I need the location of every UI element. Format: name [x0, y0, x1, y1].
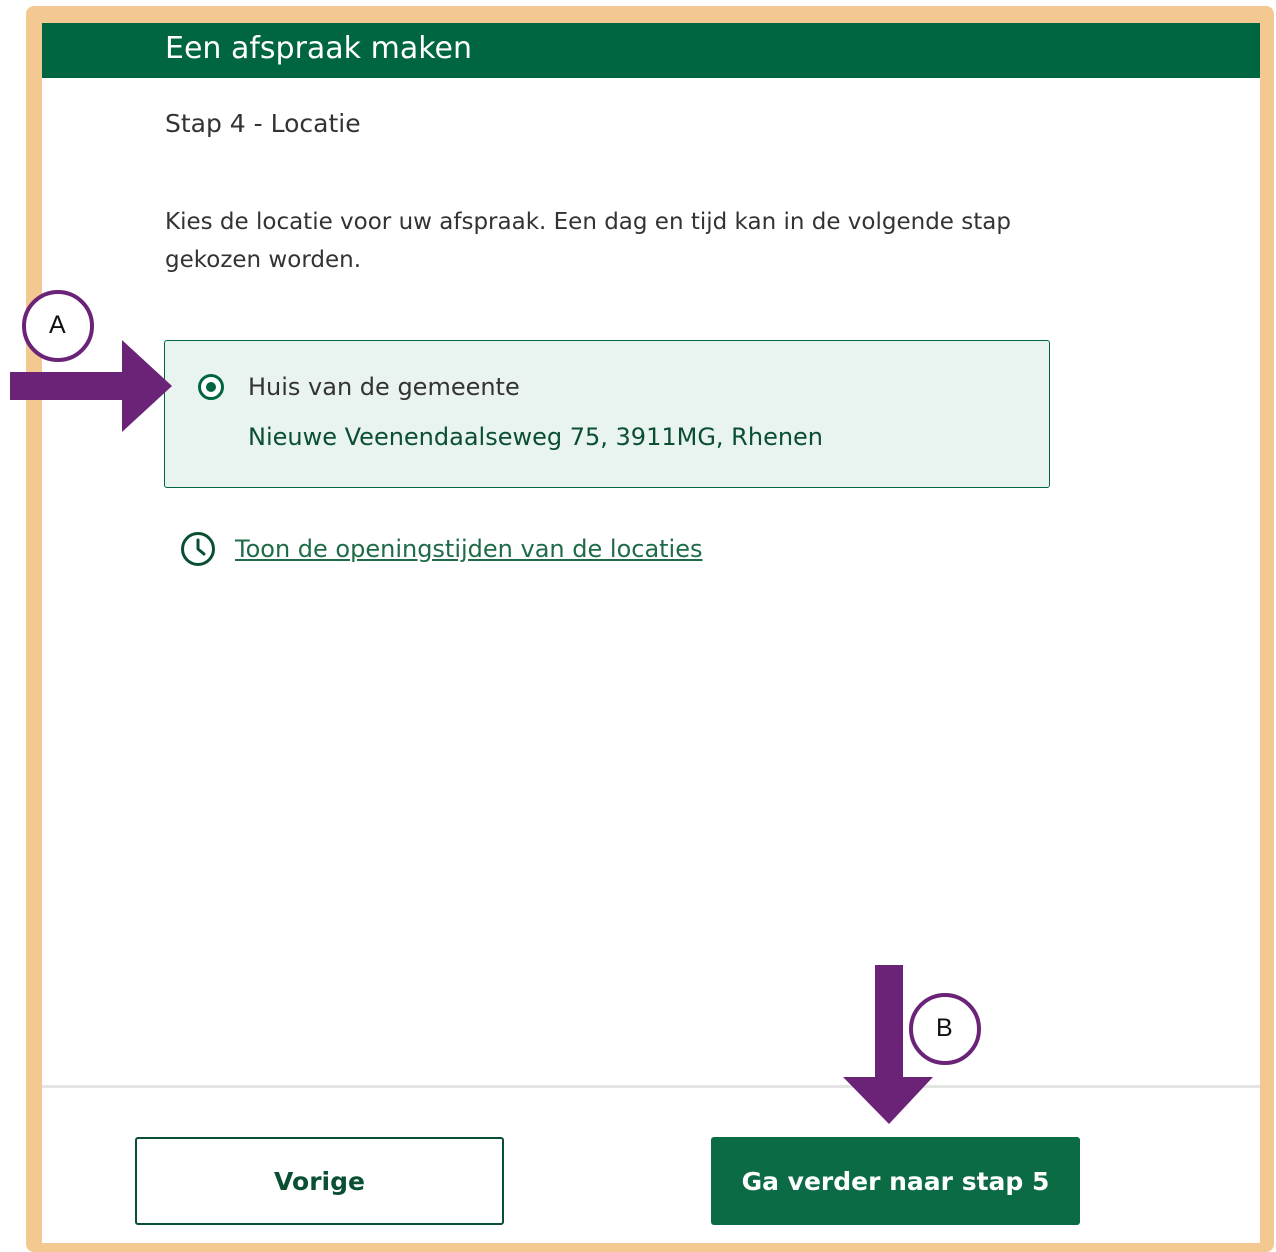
location-address: Nieuwe Veenendaalseweg 75, 3911MG, Rhene…: [248, 423, 824, 451]
location-name: Huis van de gemeente: [248, 373, 520, 401]
location-radio-button[interactable]: [198, 374, 224, 400]
marker-b-label: B: [936, 1014, 953, 1042]
page-title: Een afspraak maken: [165, 31, 472, 66]
location-option-card[interactable]: Huis van de gemeente Nieuwe Veenendaalse…: [164, 340, 1050, 488]
step-title: Stap 4 - Locatie: [165, 109, 361, 138]
page-header: Een afspraak maken: [42, 23, 1260, 78]
previous-button[interactable]: Vorige: [135, 1137, 504, 1225]
appointment-panel: Een afspraak maken Stap 4 - Locatie Kies…: [42, 23, 1260, 1243]
opening-hours-link-label[interactable]: Toon de openingstijden van de locaties: [235, 535, 703, 563]
marker-a-label: A: [49, 311, 66, 339]
opening-hours-link[interactable]: Toon de openingstijden van de locaties: [179, 529, 703, 569]
next-step-button[interactable]: Ga verder naar stap 5: [711, 1137, 1080, 1225]
clock-icon: [181, 532, 215, 566]
footer-bar: Vorige Ga verder naar stap 5: [42, 1085, 1260, 1243]
radio-selected-dot: [206, 382, 216, 392]
intro-text: Kies de locatie voor uw afspraak. Een da…: [165, 209, 1011, 273]
